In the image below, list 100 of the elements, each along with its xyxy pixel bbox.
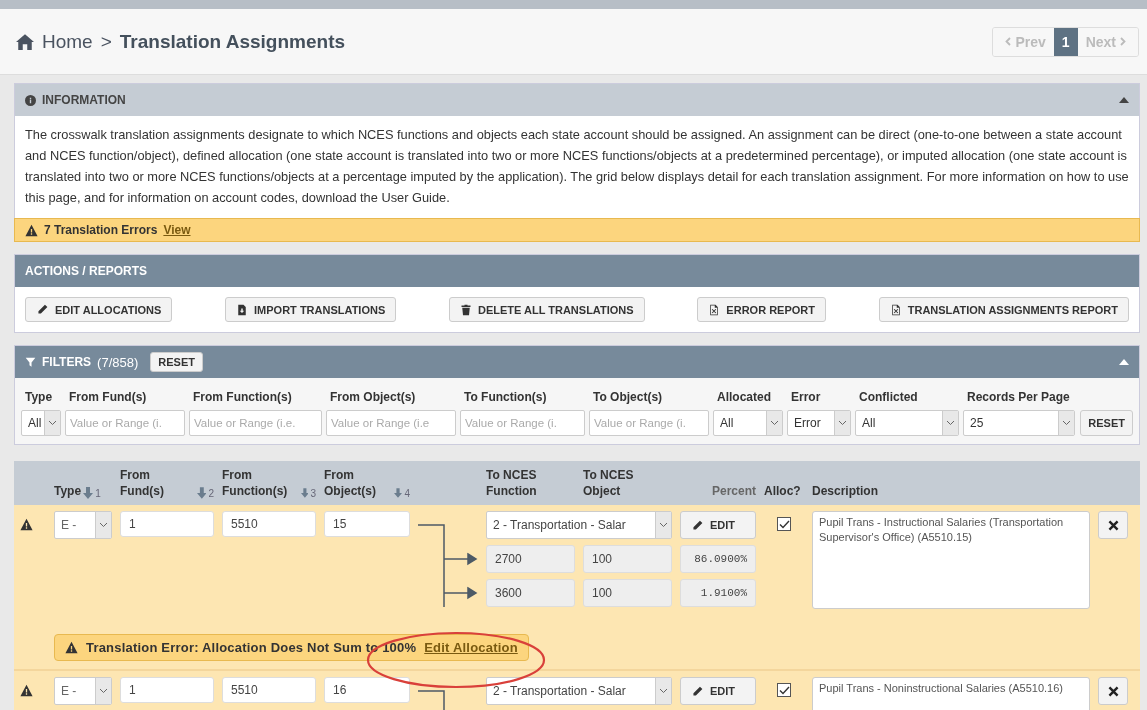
reset-button[interactable]: RESET [150,352,203,372]
action-button[interactable]: TRANSLATION ASSIGNMENTS REPORT [878,297,1129,322]
delete-button[interactable] [1098,677,1128,705]
action-button[interactable]: IMPORT TRANSLATIONS [225,297,397,322]
panel-title: INFORMATION [42,93,126,107]
warning-icon [25,223,38,237]
nces-function-value: 2700 [486,545,575,573]
column-header: Percent [710,483,756,499]
object-field[interactable]: 16 [324,677,410,703]
nces-object-value: 100 [583,579,672,607]
panel-title: FILTERS [42,355,92,369]
column-header[interactable]: From Fund(s) 2 [120,467,214,499]
pencil-icon [36,303,49,316]
filter-select[interactable]: 25 [963,410,1075,436]
nces-function-select[interactable]: 2 - Transportation - Salar [486,511,672,539]
filter-select[interactable]: All [713,410,783,436]
caret-icon [99,522,108,528]
column-header: To NCES Function [486,467,538,499]
close-icon [1106,684,1120,698]
percent-value: 86.0900% [680,545,756,573]
type-select[interactable]: E - [54,511,112,539]
spreadsheet-icon [708,303,721,316]
filter-label: To Function(s) [463,389,548,406]
pencil-icon [691,684,704,698]
warning-icon [65,641,78,654]
column-header[interactable]: Type 1 [54,483,112,499]
collapse-icon[interactable] [1119,359,1129,365]
filter-select[interactable]: All [855,410,959,436]
connector-drawing [418,690,446,710]
filter-field[interactable]: Value or Range (i. [460,410,585,436]
edit-button[interactable]: EDIT [680,511,756,539]
filter-field[interactable]: Value or Range (i. [589,410,709,436]
description-field[interactable]: Pupil Trans - Instructional Salaries (Transportation Supervisor's Office) (A5510.15) [812,511,1090,609]
trash-icon [460,303,472,316]
action-button[interactable]: DELETE ALL TRANSLATIONS [449,297,645,322]
spreadsheet-icon [889,303,902,316]
breadcrumb-link[interactable]: Home [42,30,93,53]
nces-function-select[interactable]: 2 - Transportation - Salar [486,677,672,705]
caret-icon [99,688,108,694]
function-field[interactable]: 5510 [222,511,316,537]
file-icon [236,303,249,316]
filter-select[interactable]: Error [787,410,851,436]
type-select[interactable]: E - [54,677,112,705]
breadcrumb-separator: > [100,30,112,53]
percent-value: 1.9100% [680,579,756,607]
filter-label: Allocated [716,389,772,406]
column-header: Alloc? [764,483,802,499]
errors-count: 7 Translation Errors [44,223,158,237]
info-icon [25,94,36,106]
filter-icon [25,356,36,368]
filter-count: (7/858) [97,354,139,370]
caret-icon [838,420,847,426]
chevron-right-icon [1120,37,1126,46]
caret-icon [1062,420,1071,426]
filter-label: Conflicted [858,389,919,406]
view-link[interactable]: View [163,223,191,237]
sort-arrow-icon [196,487,207,499]
fund-field[interactable]: 1 [120,677,214,703]
action-button[interactable]: ERROR REPORT [697,297,826,322]
fund-field[interactable]: 1 [120,511,214,537]
alloc-checkbox[interactable] [777,517,791,531]
column-header: To NCES Object [583,467,635,499]
caret-icon [659,522,668,528]
filter-field[interactable]: Value or Range (i. [65,410,185,436]
reset-button[interactable]: RESET [1080,410,1133,436]
sort-arrow-icon [83,487,94,499]
warning-icon [20,518,33,531]
filter-field[interactable]: Value or Range (i.e. [189,410,322,436]
filter-label: To Object(s) [592,389,664,406]
column-header[interactable]: From Function(s) 3 [222,467,316,499]
nces-function-value: 3600 [486,579,575,607]
sort-arrow-icon [300,487,309,499]
filter-select[interactable]: All [21,410,61,436]
function-field[interactable]: 5510 [222,677,316,703]
alloc-checkbox[interactable] [777,683,791,697]
caret-icon [48,420,57,426]
filter-label: Records Per Page [966,389,1071,406]
panel-title: ACTIONS / REPORTS [25,264,147,278]
object-field[interactable]: 15 [324,511,410,537]
filter-label: From Function(s) [192,389,293,406]
chevron-left-icon [1005,37,1012,46]
pencil-icon [691,518,704,532]
sort-arrow-icon [394,487,403,499]
edit-button[interactable]: EDIT [680,677,756,705]
description-field[interactable]: Pupil Trans - Noninstructional Salaries (A5510.16) [812,677,1090,710]
caret-icon [946,420,955,426]
filter-field[interactable]: Value or Range (i.e [326,410,456,436]
page-button[interactable]: 1 [1053,27,1078,56]
page-title: Translation Assignments [119,30,346,53]
filter-label: Type [24,389,54,406]
edit-allocation-link[interactable]: Edit Allocation [424,640,518,655]
filter-label: From Fund(s) [68,389,148,406]
action-button[interactable]: EDIT ALLOCATIONS [25,297,173,322]
nces-object-value: 100 [583,545,672,573]
caret-icon [659,688,668,694]
delete-button[interactable] [1098,511,1128,539]
collapse-icon[interactable] [1119,97,1129,103]
caret-icon [770,420,779,426]
column-header[interactable]: From Object(s) 4 [324,467,410,499]
home-icon [16,32,34,51]
